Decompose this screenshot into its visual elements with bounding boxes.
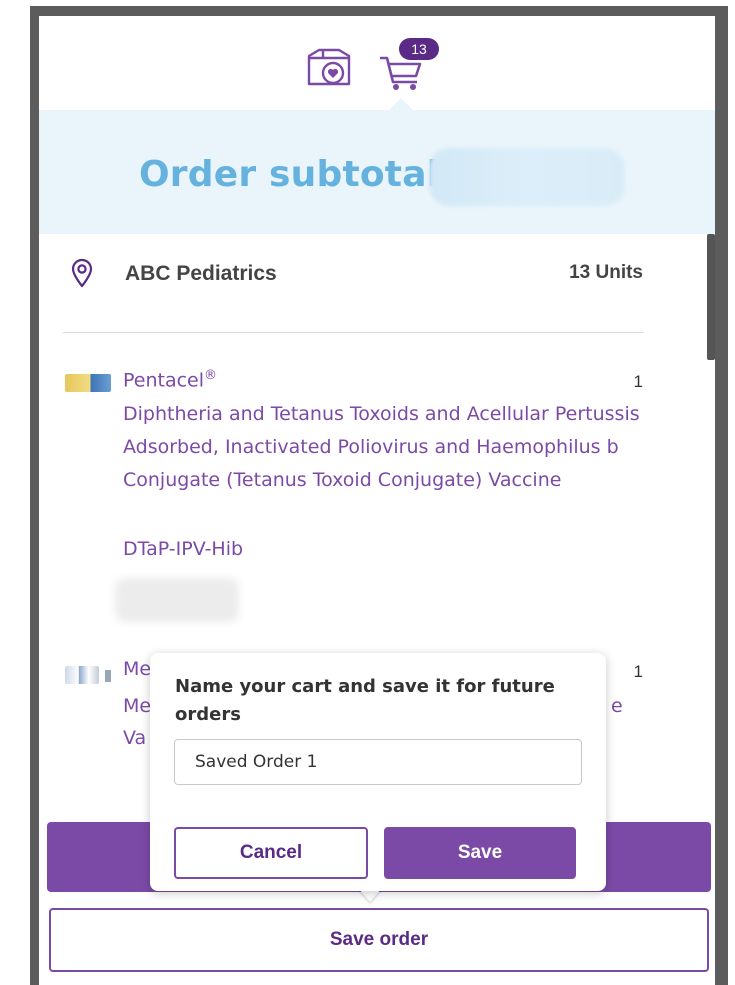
product-thumbnail-tail [105, 670, 111, 682]
redacted-lot-info [115, 578, 239, 622]
order-subtotal-banner: Order subtotal [39, 110, 715, 234]
order-subtotal-label: Order subtotal [139, 154, 440, 195]
product-thumbnail [65, 374, 111, 392]
box-heart-icon[interactable] [305, 48, 353, 88]
unit-count: 13 Units [569, 262, 643, 283]
clinic-name: ABC Pediatrics [125, 262, 277, 285]
product-thumbnail [65, 666, 99, 684]
product-name: Pentacel [123, 369, 205, 392]
cart-header: 13 [39, 16, 715, 110]
scrollbar[interactable] [707, 234, 715, 360]
product-name[interactable]: Me [123, 658, 151, 680]
product-quantity: 1 [633, 662, 643, 681]
product-name-link[interactable]: Pentacel® [123, 368, 217, 391]
product-description-tail: e [611, 695, 623, 717]
cart-name-input[interactable] [174, 739, 582, 785]
cancel-button[interactable]: Cancel [174, 827, 368, 879]
trademark-symbol: ® [204, 368, 218, 383]
product-description[interactable]: Diphtheria and Tetanus Toxoids and Acell… [123, 398, 643, 497]
location-pin-icon [71, 258, 93, 288]
cart-count-badge: 13 [399, 38, 439, 60]
divider [63, 332, 644, 333]
save-order-button[interactable]: Save order [49, 908, 709, 972]
product-item: Pentacel® 1 Diphtheria and Tetanus Toxoi… [39, 368, 715, 628]
dropdown-caret [389, 98, 413, 110]
popover-title: Name your cart and save it for future or… [175, 676, 555, 725]
redacted-subtotal-amount [429, 148, 625, 206]
product-quantity: 1 [633, 372, 643, 391]
product-abbreviation[interactable]: DTaP-IPV-Hib [123, 533, 643, 566]
save-cart-popover: Name your cart and save it for future or… [150, 653, 606, 891]
save-button[interactable]: Save [384, 827, 576, 879]
cart-panel: 13 Order subtotal ABC Pediatrics 13 Unit… [39, 16, 715, 985]
location-row: ABC Pediatrics 13 Units [39, 234, 715, 334]
